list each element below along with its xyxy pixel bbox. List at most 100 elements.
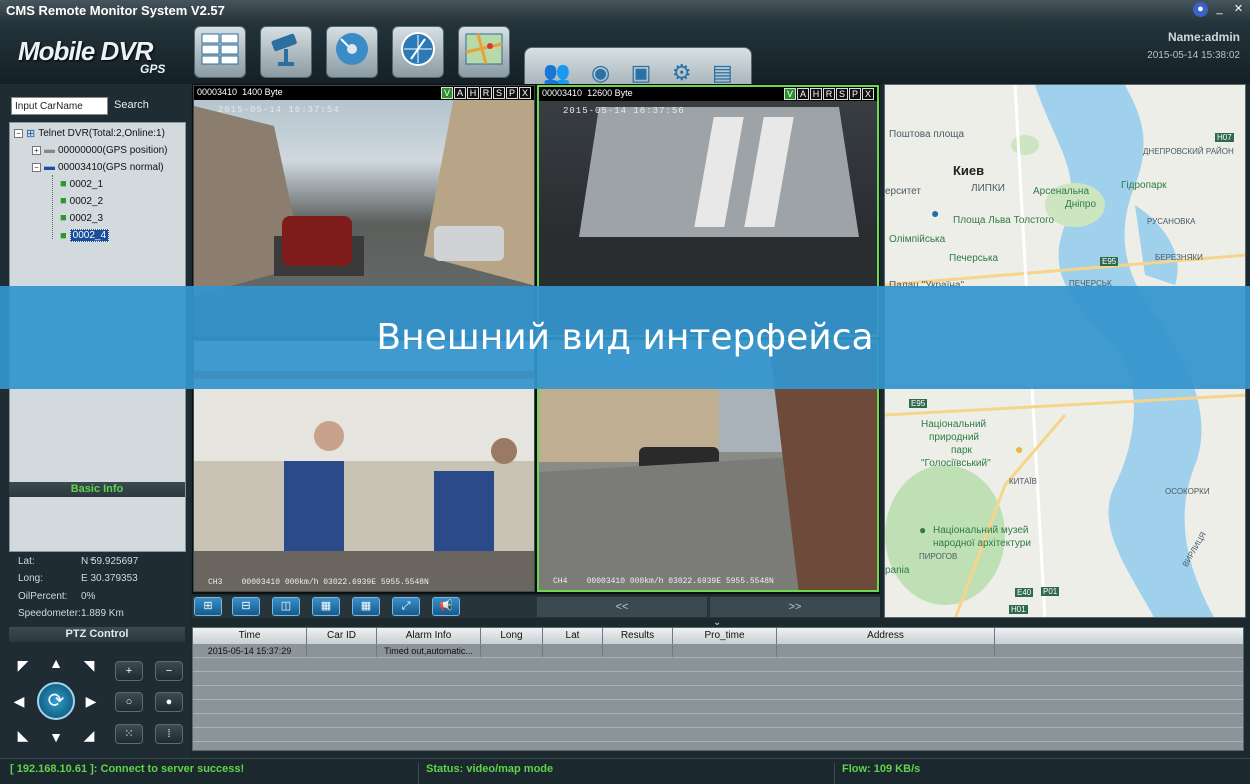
layout-4-button[interactable]: ⊟ [232, 597, 260, 616]
basic-info-header: Basic Info [9, 482, 185, 497]
flag-v[interactable]: V [441, 87, 453, 99]
map-label: ПИРОГОВ [919, 552, 958, 561]
map-label: ОСОКОРКИ [1165, 487, 1210, 496]
camera-button[interactable] [260, 26, 312, 78]
playback-button[interactable] [326, 26, 378, 78]
ptz-left-icon[interactable]: ◀ [8, 690, 30, 712]
intercom-button[interactable]: 📢 [432, 597, 460, 616]
col-time[interactable]: Time [193, 628, 307, 644]
ptz-down-left-icon[interactable]: ◣ [12, 724, 34, 746]
status-connection: [ 192.168.10.61 ]: Connect to server suc… [10, 763, 245, 775]
table-row[interactable]: 2015-05-14 15:37:29 Timed out,automatic.… [193, 645, 1243, 658]
ptz-up-right-icon[interactable]: ◥ [78, 654, 100, 676]
minimize-icon[interactable]: _ [1212, 2, 1227, 17]
layout-1-button[interactable]: ⊞ [194, 597, 222, 616]
search-button[interactable]: Search [114, 99, 149, 111]
col-pro-time[interactable]: Pro_time [673, 628, 777, 644]
page-next-button[interactable]: >> [710, 597, 880, 617]
col-alarm-info[interactable]: Alarm Info [377, 628, 481, 644]
map-label: Площа Льва Толстого [953, 215, 1055, 226]
tree-root[interactable]: − ⊞ Telnet DVR(Total:2,Online:1) [14, 127, 165, 140]
flag-s[interactable]: S [836, 88, 848, 100]
status-bar: [ 192.168.10.61 ]: Connect to server suc… [0, 758, 1250, 784]
iris-close-button[interactable]: ⁞ [155, 724, 183, 744]
layout-grid-icon [200, 32, 240, 73]
flag-x[interactable]: X [519, 87, 531, 99]
flag-v[interactable]: V [784, 88, 796, 100]
layout-9-button[interactable]: ▦ [312, 597, 340, 616]
layout-16-button[interactable]: ▦ [352, 597, 380, 616]
car-search-input[interactable] [11, 97, 108, 115]
flag-a[interactable]: A [797, 88, 809, 100]
ptz-up-left-icon[interactable]: ◤ [12, 654, 34, 676]
col-address[interactable]: Address [777, 628, 995, 644]
ptz-down-right-icon[interactable]: ◢ [78, 724, 100, 746]
zoom-in-button[interactable]: + [115, 661, 143, 681]
col-results[interactable]: Results [603, 628, 673, 644]
flag-p[interactable]: P [506, 87, 518, 99]
map-label: Гідропарк [1121, 180, 1167, 191]
fullscreen-button[interactable]: ⤢ [392, 597, 420, 616]
camera-channel-icon: ■ [60, 212, 67, 224]
device-icon[interactable]: ◉ [591, 60, 610, 86]
col-lat[interactable]: Lat [543, 628, 603, 644]
map-button[interactable] [458, 26, 510, 78]
col-carid[interactable]: Car ID [307, 628, 377, 644]
map-pin-icon[interactable]: ● [1015, 441, 1023, 457]
layout-6-button[interactable]: ◫ [272, 597, 300, 616]
camera-channel-icon: ■ [60, 195, 67, 207]
ptz-down-icon[interactable]: ▼ [45, 726, 67, 748]
user-datetime: 2015-05-14 15:38:02 [1147, 50, 1240, 61]
map-icon [464, 32, 504, 73]
gps-button[interactable] [392, 26, 444, 78]
layout-grid-button[interactable] [194, 26, 246, 78]
tree-vehicle[interactable]: + ▬ 00000000(GPS position) [32, 144, 168, 156]
tree-channel[interactable]: ■ 0002_2 [60, 195, 103, 207]
close-icon[interactable]: ✕ [1231, 2, 1246, 17]
flag-p[interactable]: P [849, 88, 861, 100]
tree-channel[interactable]: ■ 0002_3 [60, 212, 103, 224]
ptz-right-icon[interactable]: ▶ [80, 690, 102, 712]
flag-r[interactable]: R [823, 88, 835, 100]
book-icon[interactable]: ▤ [712, 60, 733, 86]
map-label: Киев [953, 163, 985, 178]
ptz-up-icon[interactable]: ▲ [45, 652, 67, 674]
map-pin-icon[interactable]: ● [919, 523, 926, 537]
info-row: Speedometer:1.889 Km [18, 608, 124, 619]
tree-connector [52, 175, 53, 239]
flag-h[interactable]: H [810, 88, 822, 100]
status-divider [418, 763, 419, 784]
info-row: CarID: 00003410 [18, 504, 126, 515]
tree-vehicle[interactable]: − ▬ 00003410(GPS normal) [32, 161, 164, 173]
users-icon[interactable]: 👥 [543, 60, 570, 86]
map-label: Поштова площа [889, 129, 965, 140]
tree-channel[interactable]: ■ 0002_1 [60, 178, 103, 190]
tree-channel-label: 0002_1 [69, 178, 104, 190]
tree-channel-selected[interactable]: ■ 0002_4 [60, 229, 110, 242]
ptz-center-button[interactable]: ⟳ [37, 682, 75, 720]
page-prev-button[interactable]: << [537, 597, 707, 617]
iris-open-button[interactable]: ⁙ [115, 724, 143, 744]
flag-h[interactable]: H [467, 87, 479, 99]
ptz-control-header: PTZ Control [9, 627, 185, 642]
monitor-icon[interactable]: ▣ [631, 60, 652, 86]
pane-flags: VAHRSPX [784, 88, 874, 100]
expand-icon[interactable]: + [32, 145, 41, 155]
col-long[interactable]: Long [481, 628, 543, 644]
title-bar: CMS Remote Monitor System V2.57 [0, 0, 1250, 22]
status-flow: Flow: 109 KB/s [842, 763, 921, 775]
flag-r[interactable]: R [480, 87, 492, 99]
collapse-icon[interactable]: − [32, 162, 41, 172]
focus-near-button[interactable]: ○ [115, 692, 143, 712]
collapse-icon[interactable]: − [14, 129, 23, 138]
flag-x[interactable]: X [862, 88, 874, 100]
flag-a[interactable]: A [454, 87, 466, 99]
zoom-out-button[interactable]: − [155, 661, 183, 681]
table-row [193, 729, 1243, 742]
focus-far-button[interactable]: ● [155, 692, 183, 712]
flag-s[interactable]: S [493, 87, 505, 99]
info-row: Long: E 30.379353 [18, 573, 138, 584]
cctv-camera-icon [266, 29, 306, 76]
gear-icon[interactable]: ⚙ [672, 60, 692, 86]
map-pin-icon[interactable]: ● [931, 205, 939, 221]
